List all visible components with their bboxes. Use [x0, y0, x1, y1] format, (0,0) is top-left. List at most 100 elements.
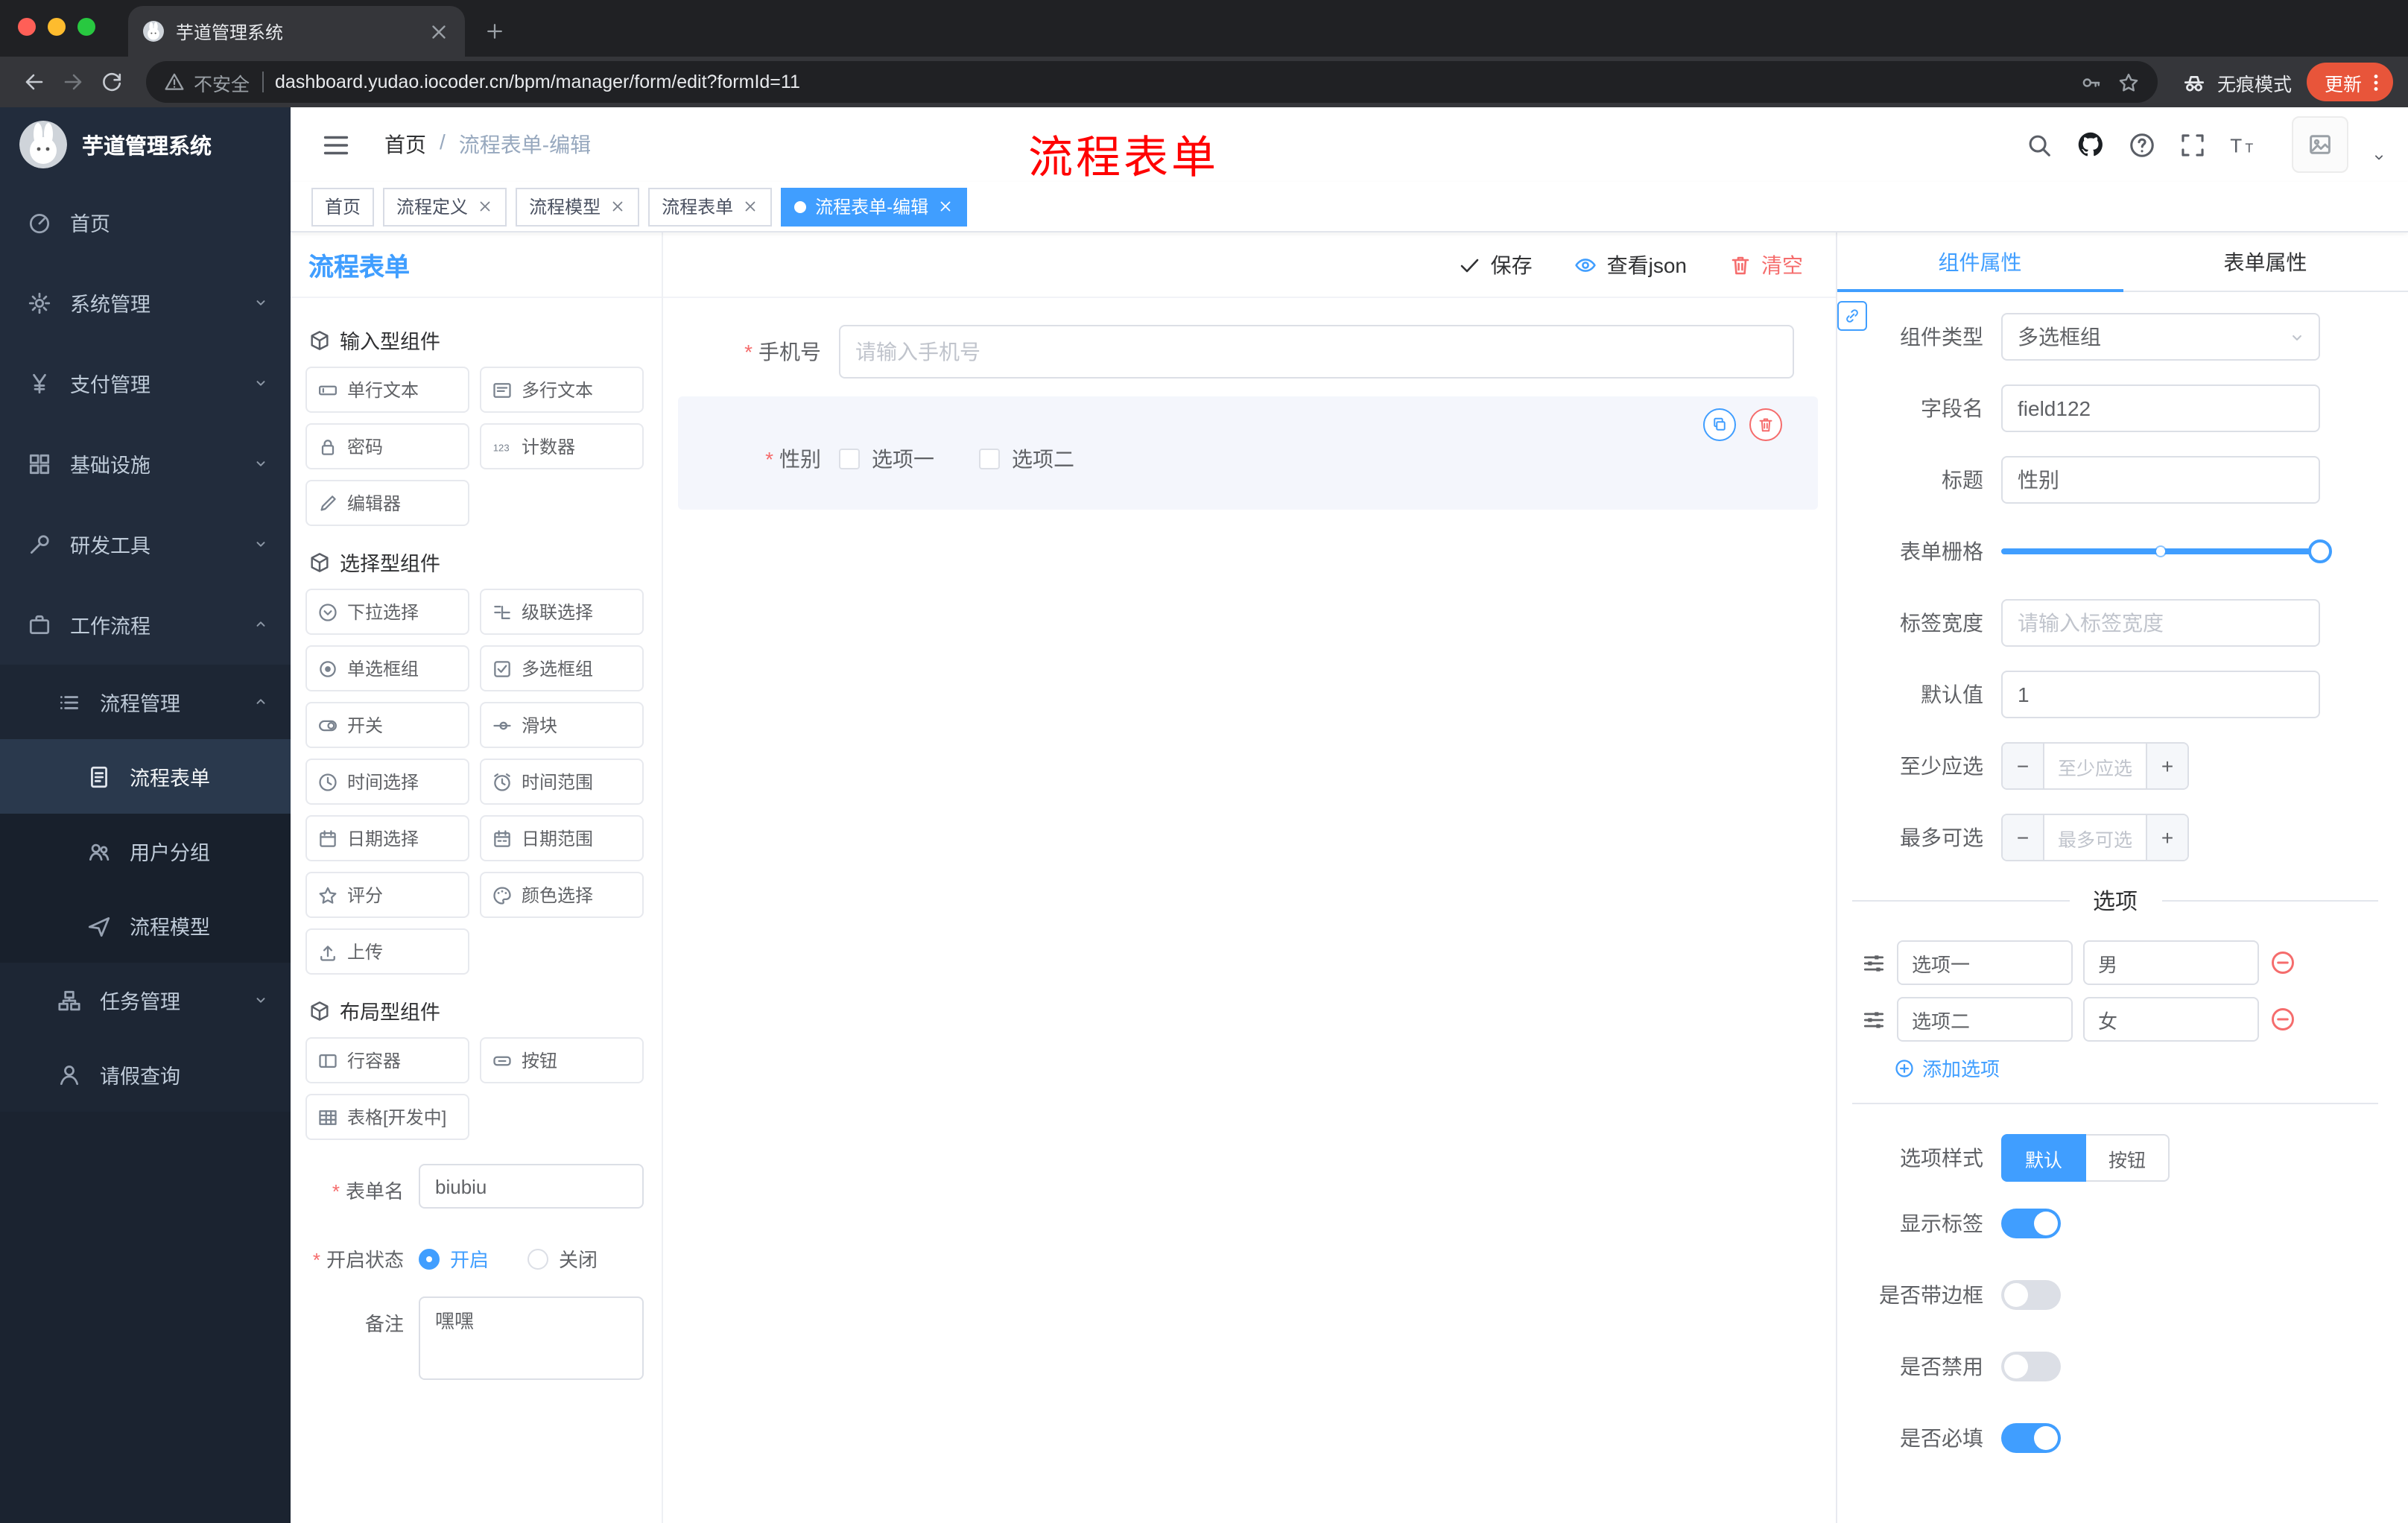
- new-tab-button[interactable]: [477, 13, 513, 49]
- fullscreen-icon[interactable]: [2179, 130, 2207, 159]
- sidebar-item-plane[interactable]: 流程模型: [0, 888, 291, 963]
- palette-item-time[interactable]: 时间选择: [305, 759, 469, 805]
- breadcrumb-home[interactable]: 首页: [384, 130, 426, 159]
- sidebar-item-gear[interactable]: 系统管理: [0, 262, 291, 343]
- palette-item-input-text[interactable]: 单行文本: [305, 367, 469, 413]
- maximize-window-button[interactable]: [77, 18, 95, 36]
- sidebar-item-tasktree[interactable]: 任务管理: [0, 963, 291, 1037]
- status-on-radio[interactable]: 开启: [419, 1244, 489, 1273]
- palette-item-cascade[interactable]: 级联选择: [480, 589, 644, 635]
- sidebar-item-person[interactable]: 请假查询: [0, 1037, 291, 1112]
- palette-item-slider[interactable]: 滑块: [480, 702, 644, 748]
- phone-field-row[interactable]: 手机号: [678, 325, 1818, 379]
- browser-tab[interactable]: 芋道管理系统: [128, 6, 465, 57]
- palette-item-switch[interactable]: 开关: [305, 702, 469, 748]
- form-grid-slider[interactable]: [2001, 528, 2332, 575]
- tab-form-props[interactable]: 表单属性: [2123, 232, 2408, 291]
- view-json-button[interactable]: 查看json: [1574, 250, 1687, 279]
- form-name-input[interactable]: [419, 1164, 644, 1209]
- component-type-select[interactable]: 多选框组: [2001, 313, 2320, 361]
- option-value-input[interactable]: [2083, 997, 2259, 1042]
- sidebar-item-infra[interactable]: 基础设施: [0, 423, 291, 504]
- update-button[interactable]: 更新: [2306, 63, 2393, 101]
- close-icon[interactable]: [477, 198, 493, 215]
- plus-button[interactable]: +: [2146, 744, 2187, 788]
- palette-item-star[interactable]: 评分: [305, 872, 469, 918]
- label-width-input[interactable]: [2001, 599, 2320, 647]
- back-icon[interactable]: [15, 63, 54, 101]
- address-bar[interactable]: 不安全 dashboard.yudao.iocoder.cn/bpm/manag…: [146, 61, 2158, 103]
- drag-handle-icon[interactable]: [1861, 950, 1886, 975]
- sidebar-item-list[interactable]: 流程管理: [0, 665, 291, 739]
- gender-option-2-checkbox[interactable]: 选项二: [979, 444, 1074, 474]
- save-button[interactable]: 保存: [1458, 250, 1533, 279]
- toggle-switch[interactable]: [2001, 1280, 2061, 1310]
- phone-input[interactable]: [839, 325, 1794, 379]
- palette-item-timerange[interactable]: 时间范围: [480, 759, 644, 805]
- bookmark-star-icon[interactable]: [2117, 71, 2140, 93]
- gender-option-1-checkbox[interactable]: 选项一: [839, 444, 934, 474]
- palette-item-color[interactable]: 颜色选择: [480, 872, 644, 918]
- menu-dots-icon[interactable]: [2365, 71, 2387, 93]
- toggle-switch[interactable]: [2001, 1423, 2061, 1453]
- tag-流程定义[interactable]: 流程定义: [383, 187, 507, 226]
- password-key-icon[interactable]: [2080, 71, 2103, 93]
- sidebar-item-users[interactable]: 用户分组: [0, 814, 291, 888]
- add-option-button[interactable]: 添加选项: [1894, 1054, 2378, 1082]
- minimize-window-button[interactable]: [48, 18, 66, 36]
- avatar[interactable]: [2292, 116, 2348, 173]
- palette-item-row[interactable]: 行容器: [305, 1037, 469, 1083]
- close-window-button[interactable]: [18, 18, 36, 36]
- palette-item-date[interactable]: 日期选择: [305, 815, 469, 861]
- field-name-input[interactable]: [2001, 384, 2320, 432]
- palette-item-button[interactable]: 按钮: [480, 1037, 644, 1083]
- minus-button[interactable]: −: [2003, 815, 2044, 860]
- default-value-input[interactable]: [2001, 671, 2320, 718]
- tab-close-icon[interactable]: [428, 20, 450, 42]
- style-default-button[interactable]: 默认: [2001, 1134, 2087, 1182]
- option-name-input[interactable]: [1897, 940, 2073, 985]
- copy-component-button[interactable]: [1703, 408, 1736, 441]
- sidebar-item-yen[interactable]: 支付管理: [0, 343, 291, 423]
- slider-handle[interactable]: [2308, 539, 2332, 563]
- style-button-button[interactable]: 按钮: [2086, 1134, 2170, 1182]
- close-icon[interactable]: [609, 198, 626, 215]
- drag-handle-icon[interactable]: [1861, 1007, 1886, 1032]
- remove-option-icon[interactable]: [2269, 1006, 2296, 1033]
- close-icon[interactable]: [742, 198, 758, 215]
- palette-item-textarea[interactable]: 多行文本: [480, 367, 644, 413]
- clear-button[interactable]: 清空: [1729, 250, 1803, 279]
- min-select-placeholder[interactable]: 至少应选: [2044, 744, 2146, 788]
- forward-icon[interactable]: [54, 63, 92, 101]
- title-input[interactable]: [2001, 456, 2320, 504]
- sidebar-item-tool[interactable]: 研发工具: [0, 504, 291, 584]
- remove-option-icon[interactable]: [2269, 949, 2296, 976]
- status-off-radio[interactable]: 关闭: [527, 1244, 598, 1273]
- tag-流程模型[interactable]: 流程模型: [516, 187, 640, 226]
- avatar-caret-icon[interactable]: [2371, 149, 2387, 165]
- delete-component-button[interactable]: [1749, 408, 1782, 441]
- palette-item-daterange[interactable]: 日期范围: [480, 815, 644, 861]
- search-icon[interactable]: [2025, 130, 2053, 159]
- minus-button[interactable]: −: [2003, 744, 2044, 788]
- tag-流程表单-编辑[interactable]: 流程表单-编辑: [781, 187, 968, 226]
- font-size-icon[interactable]: TT: [2229, 130, 2258, 159]
- palette-item-select[interactable]: 下拉选择: [305, 589, 469, 635]
- option-value-input[interactable]: [2083, 940, 2259, 985]
- sidebar-item-workflow[interactable]: 工作流程: [0, 584, 291, 665]
- close-icon[interactable]: [937, 198, 954, 215]
- sidebar-item-home[interactable]: 首页: [0, 182, 291, 262]
- max-select-placeholder[interactable]: 最多可选: [2044, 815, 2146, 860]
- selected-component-gender[interactable]: 性别 选项一 选项二: [678, 396, 1818, 510]
- palette-item-lock[interactable]: 密码: [305, 423, 469, 469]
- github-icon[interactable]: [2076, 130, 2106, 159]
- plus-button[interactable]: +: [2146, 815, 2187, 860]
- tag-首页[interactable]: 首页: [311, 187, 375, 226]
- link-badge[interactable]: [1837, 301, 1867, 331]
- palette-item-counter[interactable]: 123 计数器: [480, 423, 644, 469]
- form-remark-textarea[interactable]: 嘿嘿: [419, 1296, 644, 1380]
- palette-item-upload[interactable]: 上传: [305, 928, 469, 975]
- tab-component-props[interactable]: 组件属性: [1837, 232, 2123, 292]
- hamburger-icon[interactable]: [320, 129, 352, 160]
- palette-item-table[interactable]: 表格[开发中]: [305, 1094, 469, 1140]
